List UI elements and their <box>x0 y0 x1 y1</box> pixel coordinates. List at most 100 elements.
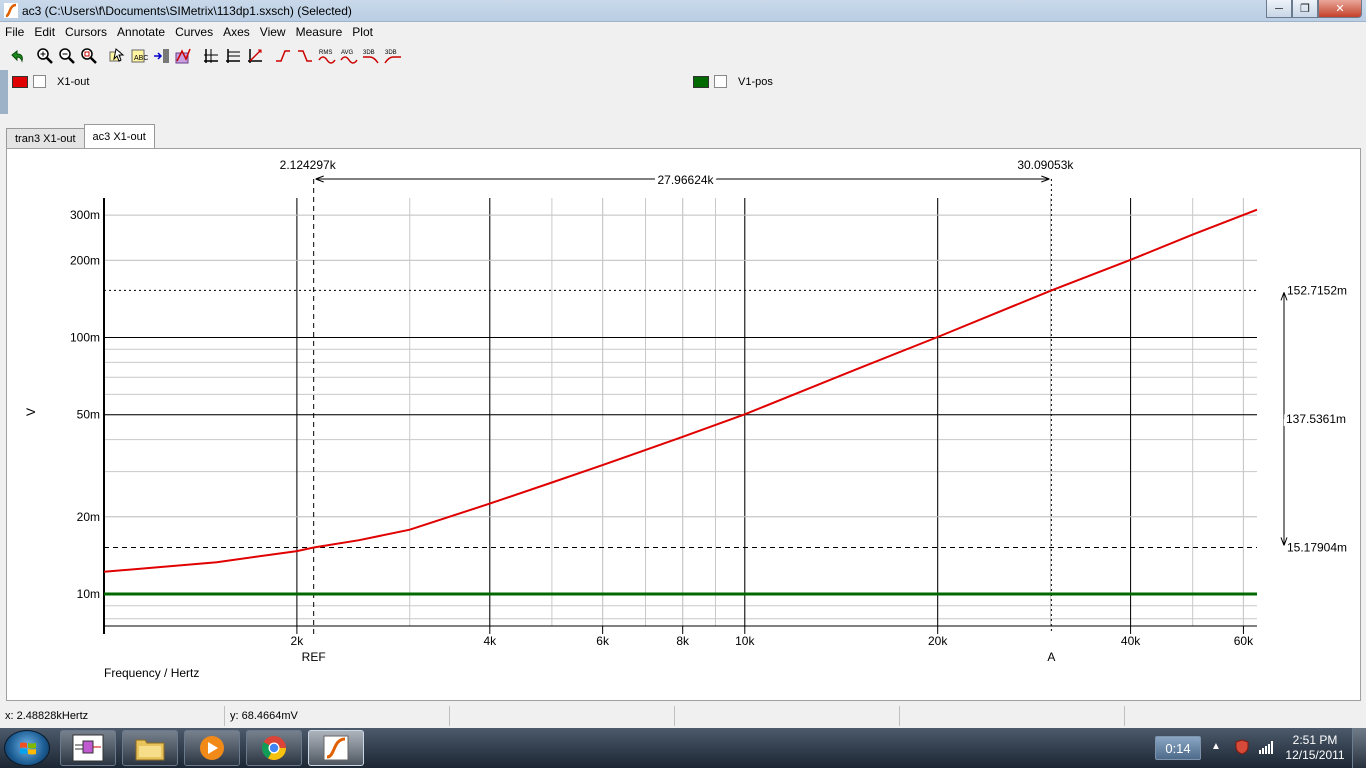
x-tick-label: 2k <box>291 634 305 648</box>
log-icon[interactable] <box>244 45 266 67</box>
undo-icon[interactable] <box>6 45 28 67</box>
tab-tran3[interactable]: tran3 X1-out <box>6 128 85 148</box>
x-tick-label: 60k <box>1234 634 1254 648</box>
legend-entry-v1-pos[interactable]: V1-pos <box>693 75 773 88</box>
x-axis-label: Frequency / Hertz <box>104 666 199 680</box>
axis-icon[interactable] <box>200 45 222 67</box>
menu-file[interactable]: File <box>0 25 29 39</box>
3db-low-icon[interactable]: 3DB <box>360 45 382 67</box>
insert-icon[interactable] <box>150 45 172 67</box>
taskbar-simetrix[interactable] <box>308 730 364 766</box>
menu-annotate[interactable]: Annotate <box>112 25 170 39</box>
rise-icon[interactable] <box>272 45 294 67</box>
schematic-app-icon <box>72 734 104 762</box>
status-x-readout: x: 2.48828kHertz <box>0 706 225 726</box>
chrome-icon <box>261 736 286 761</box>
3db-text-2: 3DB <box>385 50 397 56</box>
windows-logo-icon <box>20 742 36 755</box>
a-y-readout: 152.7152m <box>1287 283 1347 297</box>
taskbar-explorer[interactable] <box>122 730 178 766</box>
select-icon[interactable] <box>106 45 128 67</box>
fall-icon[interactable] <box>294 45 316 67</box>
svg-text:ABC: ABC <box>134 55 148 62</box>
avg-icon[interactable]: AVG <box>338 45 360 67</box>
system-clock[interactable]: 2:51 PM 12/15/2011 <box>1285 733 1345 763</box>
security-shield-icon[interactable] <box>1234 739 1250 755</box>
a-cursor-label: A <box>1047 650 1055 664</box>
menu-measure[interactable]: Measure <box>291 25 348 39</box>
plot-area[interactable]: 2k 4k 6k 8k 10k 20k 40k 60k 10m 20m 50m 100m 200m 300… <box>6 148 1361 701</box>
legend-entry-x1-out[interactable]: X1-out <box>12 75 89 88</box>
language-indicator[interactable]: 0:14 <box>1155 736 1201 760</box>
start-button[interactable] <box>4 730 50 766</box>
series-line-x1-out <box>103 208 1258 573</box>
avg-text: AVG <box>341 50 354 56</box>
rms-icon[interactable]: RMS <box>316 45 338 67</box>
legend-scroll-handle[interactable] <box>0 70 8 114</box>
y-tick-label: 200m <box>70 253 100 267</box>
grid-icon[interactable] <box>222 45 244 67</box>
graph-tabs: tran3 X1-out ac3 X1-out <box>6 124 155 148</box>
menu-curves[interactable]: Curves <box>170 25 218 39</box>
minimize-button[interactable]: ─ <box>1266 0 1292 18</box>
zoom-fit-icon[interactable] <box>78 45 100 67</box>
x-tick-label: 4k <box>483 634 497 648</box>
taskbar-schematic-app[interactable] <box>60 730 116 766</box>
menu-view[interactable]: View <box>255 25 291 39</box>
media-player-icon <box>200 736 224 760</box>
ref-cursor-label: REF <box>302 650 326 664</box>
x-tick-label: 40k <box>1121 634 1141 648</box>
zoom-out-icon[interactable] <box>56 45 78 67</box>
3db-high-icon[interactable]: 3DB <box>382 45 404 67</box>
tray-expand-icon[interactable]: ▲ <box>1211 741 1221 752</box>
y-tick-label: 50m <box>77 408 100 422</box>
legend-checkbox-x1-out[interactable] <box>33 75 46 88</box>
menu-cursors[interactable]: Cursors <box>60 25 112 39</box>
legend-checkbox-v1-pos[interactable] <box>714 75 727 88</box>
status-bar: x: 2.48828kHertz y: 68.4664mV <box>0 706 1366 726</box>
y-tick-label: 100m <box>70 331 100 345</box>
clock-time: 2:51 PM <box>1292 733 1338 747</box>
menu-bar: File Edit Cursors Annotate Curves Axes V… <box>0 22 1366 42</box>
menu-plot[interactable]: Plot <box>347 25 378 39</box>
y-axis-label: V <box>24 408 38 416</box>
y-tick-label: 20m <box>77 510 100 524</box>
rms-text: RMS <box>319 50 332 56</box>
zoom-in-icon[interactable] <box>34 45 56 67</box>
taskbar-chrome[interactable] <box>246 730 302 766</box>
clock-date: 12/15/2011 <box>1285 748 1345 762</box>
a-x-readout: 30.09053k <box>1017 158 1074 172</box>
menu-edit[interactable]: Edit <box>29 25 60 39</box>
title-bar: ac3 (C:\Users\f\Documents\SIMetrix\113dp… <box>0 0 1366 22</box>
simetrix-icon <box>323 735 349 761</box>
show-desktop-button[interactable] <box>1352 728 1366 768</box>
status-cell-4 <box>675 706 900 726</box>
ref-x-readout: 2.124297k <box>280 158 337 172</box>
menu-axes[interactable]: Axes <box>218 25 255 39</box>
x-tick-label: 20k <box>928 634 948 648</box>
dx-readout: 27.96624k <box>657 173 714 187</box>
window-title: ac3 (C:\Users\f\Documents\SIMetrix\113dp… <box>22 4 352 18</box>
explorer-icon <box>135 739 165 761</box>
plot-style-icon[interactable] <box>172 45 194 67</box>
close-button[interactable]: ✕ <box>1318 0 1362 18</box>
status-cell-5 <box>900 706 1125 726</box>
dy-readout: 137.5361m <box>1286 412 1346 426</box>
legend-label-x1-out: X1-out <box>57 75 90 88</box>
legend-label-v1-pos: V1-pos <box>738 75 773 88</box>
taskbar-media-player[interactable] <box>184 730 240 766</box>
simetrix-app-icon <box>4 3 18 18</box>
x-tick-label: 10k <box>735 634 755 648</box>
chart-svg[interactable]: 2k 4k 6k 8k 10k 20k 40k 60k 10m 20m 50m 100m 200m 300… <box>7 149 1362 702</box>
3db-text-1: 3DB <box>363 50 375 56</box>
x-tick-label: 6k <box>596 634 610 648</box>
maximize-button[interactable]: ❐ <box>1292 0 1318 18</box>
tab-ac3[interactable]: ac3 X1-out <box>83 124 155 148</box>
legend-swatch-x1-out <box>12 75 28 88</box>
status-cell-3 <box>450 706 675 726</box>
legend-bar: X1-out V1-pos <box>0 68 1366 116</box>
label-icon[interactable]: ABC <box>128 45 150 67</box>
toolbar: ABC RMS AVG 3DB 3DB <box>0 43 1366 68</box>
y-tick-label: 10m <box>77 587 100 601</box>
network-icon[interactable] <box>1258 739 1274 755</box>
